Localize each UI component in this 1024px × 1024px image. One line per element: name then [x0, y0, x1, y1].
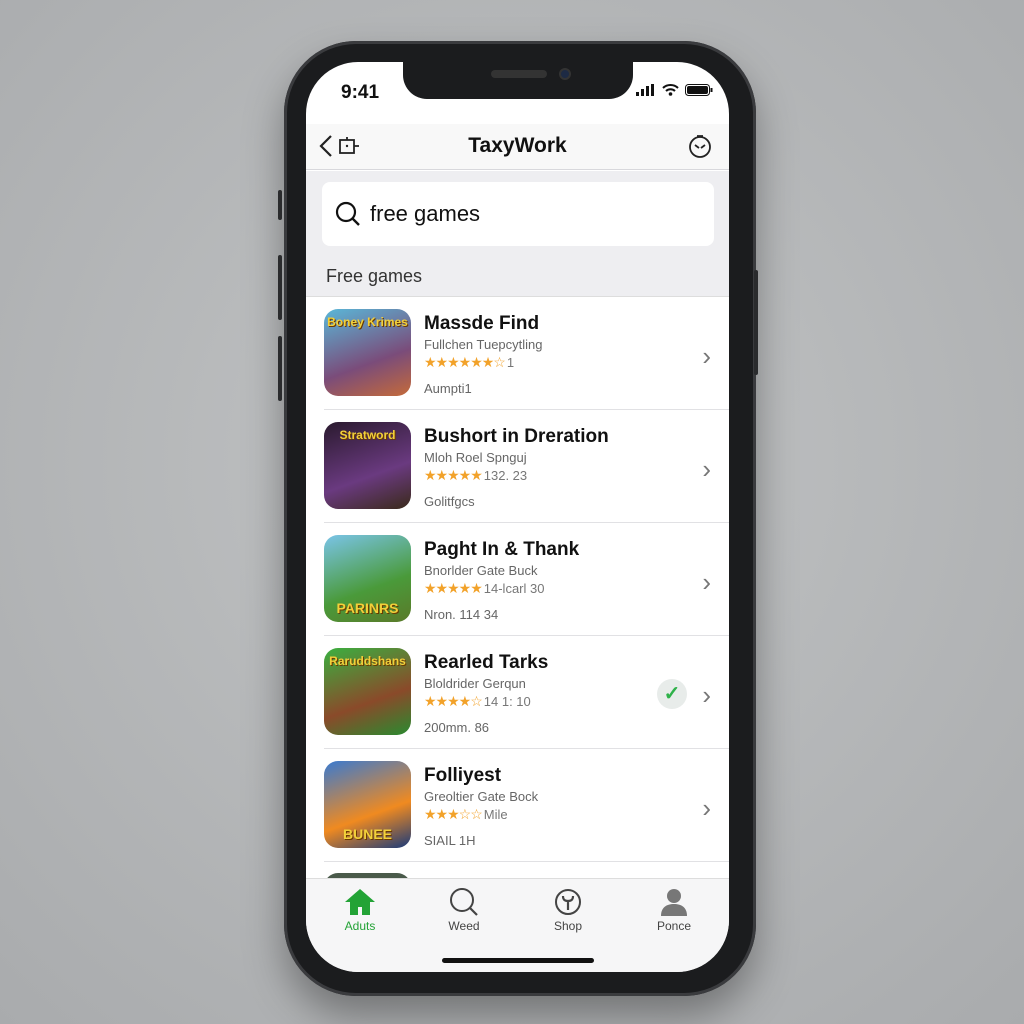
app-title: Paght In & Thank — [424, 539, 580, 560]
app-meta: SIAIL 1H — [424, 833, 476, 848]
volume-up-button — [278, 255, 282, 320]
app-list-item[interactable]: PARINRS Paght In & Thank Bnorlder Gate B… — [306, 523, 729, 636]
rating-text: Mile — [483, 807, 508, 822]
app-rating: ★★★★☆ 14 1: 10 — [424, 693, 531, 710]
app-meta: Aumpti1 — [424, 381, 472, 396]
app-icon[interactable]: BUNEE — [324, 761, 411, 848]
wifi-icon — [662, 84, 679, 96]
app-title: Bushort in Dreration — [424, 426, 609, 447]
rating-text: 14 1: 10 — [483, 694, 531, 709]
app-icon-text: PARINRS — [336, 600, 399, 616]
tab-shop[interactable]: Shop — [528, 887, 608, 933]
app-icon[interactable]: Stratword — [324, 422, 411, 509]
app-list-item[interactable]: BUNEE Folliyest Greoltier Gate Bock ★★★☆… — [306, 749, 729, 862]
search-icon — [450, 888, 478, 916]
tab-label: Shop — [553, 919, 583, 933]
chevron-right-icon[interactable]: › — [702, 680, 711, 711]
app-subtitle: Mloh Roel Spnguj — [424, 450, 527, 465]
app-icon-text: Stratword — [339, 428, 396, 442]
home-icon — [345, 889, 375, 915]
app-icon-text: Boney Krimes — [327, 315, 408, 329]
app-list-item[interactable]: Raruddshans Rearled Tarks Bloldrider Ger… — [306, 636, 729, 749]
app-meta: Golitfgcs — [424, 494, 475, 509]
tab-label: Aduts — [344, 919, 376, 933]
page-title: TaxyWork — [468, 134, 567, 157]
timer-icon[interactable] — [687, 133, 713, 159]
chevron-right-icon[interactable]: › — [702, 567, 711, 598]
screen: 9:41 TaxyWork free games Free games Bone… — [306, 62, 729, 972]
star-rating-icon: ★★★★★ — [424, 467, 483, 483]
chevron-right-icon[interactable]: › — [702, 454, 711, 485]
battery-icon — [685, 84, 713, 96]
status-time: 9:41 — [341, 82, 380, 103]
app-rating: ★★★★★ 14-lcarl 30 — [424, 580, 544, 597]
app-subtitle: Fullchen Tuepcytling — [424, 337, 543, 352]
tab-weed[interactable]: Weed — [424, 887, 504, 933]
app-title: Folliyest — [424, 765, 502, 786]
search-input[interactable]: free games — [322, 182, 714, 246]
power-button — [754, 270, 758, 375]
signal-icon — [636, 84, 654, 96]
chevron-right-icon[interactable]: › — [702, 793, 711, 824]
tab-label: Weed — [448, 919, 480, 933]
rating-text: 132. 23 — [483, 468, 528, 483]
volume-down-button — [278, 336, 282, 401]
tab-bar: Aduts Weed Shop Ponce — [306, 878, 729, 972]
star-rating-icon: ★★★★☆ — [424, 693, 483, 709]
search-area: free games Free games — [306, 171, 729, 297]
rating-text: 14-lcarl 30 — [483, 581, 545, 596]
star-rating-icon: ★★★★★★☆ — [424, 354, 506, 370]
speaker — [491, 70, 547, 78]
section-header: Free games — [326, 266, 423, 286]
app-meta: 200mm. 86 — [424, 720, 490, 735]
star-rating-icon: ★★★☆☆ — [424, 806, 483, 822]
checkmark-icon: ✓ — [657, 679, 687, 709]
home-indicator[interactable] — [442, 958, 594, 963]
app-subtitle: Bloldrider Gerqun — [424, 676, 526, 691]
star-rating-icon: ★★★★★ — [424, 580, 483, 596]
tool-icon — [555, 889, 581, 915]
app-title: Rearled Tarks — [424, 652, 549, 673]
chevron-right-icon[interactable]: › — [702, 341, 711, 372]
camera — [559, 68, 571, 80]
app-list-item[interactable]: Boney Krimes Massde Find Fullchen Tuepcy… — [306, 297, 729, 410]
app-list-item[interactable]: Stratword Bushort in Dreration Mloh Roel… — [306, 410, 729, 523]
app-icon[interactable]: Raruddshans — [324, 648, 411, 735]
rating-text: 1 — [506, 355, 515, 370]
status-icons — [636, 84, 713, 96]
app-rating: ★★★★★★☆ 1 — [424, 354, 514, 371]
app-icon[interactable]: Boney Krimes — [324, 309, 411, 396]
search-icon — [335, 201, 360, 226]
app-icon[interactable]: PARINRS — [324, 535, 411, 622]
notch — [403, 62, 633, 99]
app-rating: ★★★☆☆ Mile — [424, 806, 508, 823]
person-icon — [661, 889, 687, 916]
app-icon-text: BUNEE — [342, 826, 392, 842]
app-subtitle: Bnorlder Gate Buck — [424, 563, 538, 578]
app-meta: Nron. 114 34 — [424, 607, 499, 622]
mute-switch — [278, 190, 282, 220]
app-icon-text: Raruddshans — [329, 654, 406, 668]
app-title: Massde Find — [424, 313, 540, 334]
tab-aduts[interactable]: Aduts — [320, 887, 400, 933]
app-rating: ★★★★★ 132. 23 — [424, 467, 527, 484]
nav-bar: TaxyWork — [306, 124, 729, 170]
app-subtitle: Greoltier Gate Bock — [424, 789, 539, 804]
search-value: free games — [370, 201, 481, 226]
tab-label: Ponce — [656, 919, 692, 933]
tab-ponce[interactable]: Ponce — [634, 887, 714, 933]
